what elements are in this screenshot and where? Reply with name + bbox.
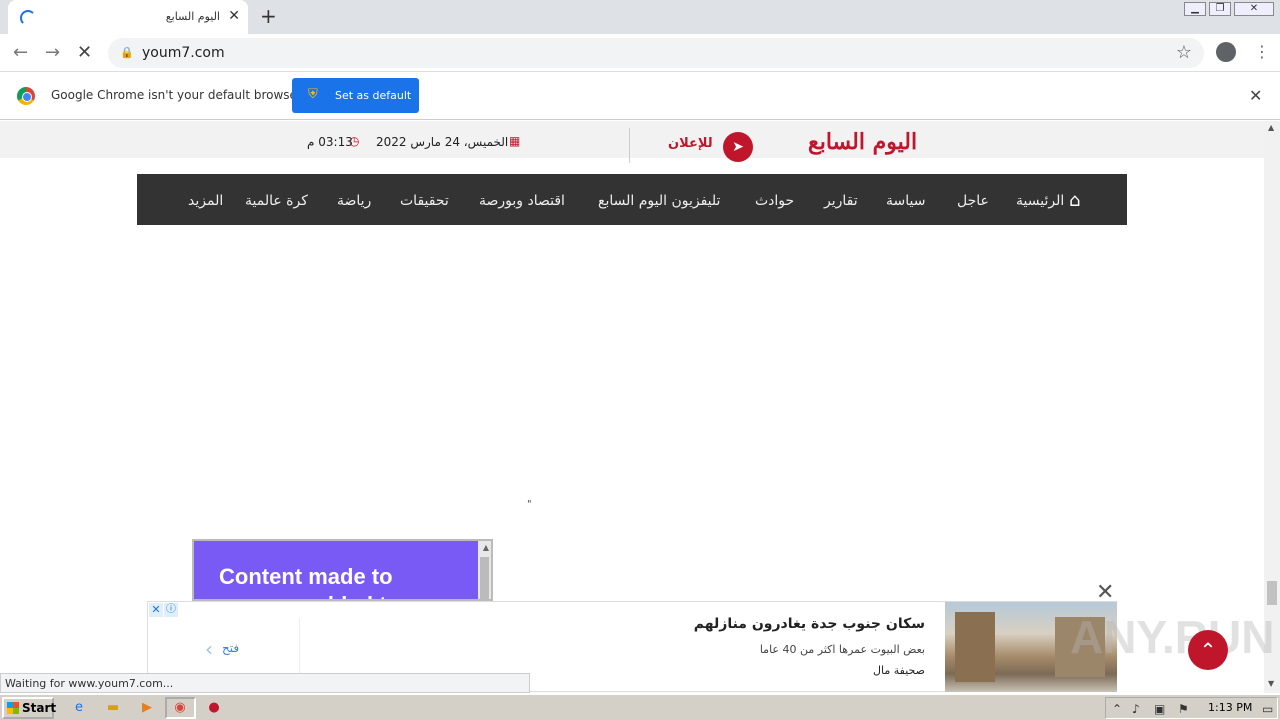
- new-tab-button[interactable]: +: [260, 4, 277, 28]
- ad-subtitle: بعض البيوت عمرها اكثر من 40 عاما: [759, 643, 925, 656]
- calendar-icon: ▦: [509, 134, 521, 148]
- header-divider: [629, 128, 630, 163]
- nav-item-home[interactable]: الرئيسية: [1016, 193, 1064, 209]
- tray-expand-icon[interactable]: ⌃: [1112, 702, 1122, 716]
- home-icon[interactable]: ⌂: [1069, 190, 1080, 211]
- default-browser-infobar: Google Chrome isn't your default browser…: [0, 72, 1280, 120]
- url-text: youm7.com: [142, 45, 225, 61]
- ad-source: صحيفة مال: [873, 664, 925, 677]
- browser-tab[interactable]: اليوم السابع ✕: [8, 0, 248, 34]
- site-logo[interactable]: اليوم السابع: [808, 129, 917, 155]
- nav-item-more[interactable]: المزيد: [188, 193, 223, 209]
- megaphone-icon[interactable]: ➤: [723, 132, 753, 162]
- stop-loading-icon[interactable]: ✕: [77, 42, 92, 63]
- set-as-default-button[interactable]: ⛨ Set as default: [292, 78, 419, 113]
- nav-item-tv[interactable]: تليفزيون اليوم السابع: [598, 193, 720, 209]
- ad-dismiss-icon[interactable]: ✕: [1096, 580, 1114, 605]
- bookmark-star-icon[interactable]: ☆: [1176, 42, 1192, 63]
- status-text: Waiting for www.youm7.com...: [5, 677, 174, 690]
- close-window-button[interactable]: ✕: [1234, 2, 1274, 16]
- media-player-icon[interactable]: ▶: [138, 699, 156, 717]
- ad-close-icon[interactable]: ✕: [149, 603, 163, 617]
- scroll-up-arrow-icon[interactable]: ▲: [483, 543, 489, 552]
- chrome-icon: ◉: [174, 700, 186, 715]
- stray-quote-text: ": [527, 499, 532, 510]
- forward-icon[interactable]: →: [45, 42, 60, 63]
- date-text: الخميس، 24 مارس 2022: [376, 135, 509, 149]
- loading-spinner-icon: [20, 10, 36, 26]
- back-icon[interactable]: ←: [13, 42, 28, 63]
- ad-open-link[interactable]: فتح: [222, 641, 239, 655]
- network-icon[interactable]: ▣: [1154, 702, 1165, 716]
- nav-item-investigations[interactable]: تحقيقات: [400, 193, 449, 209]
- page-scrollbar[interactable]: ▲ ▼: [1264, 121, 1280, 693]
- tab-title: اليوم السابع: [165, 10, 220, 23]
- opera-icon[interactable]: ●: [205, 699, 223, 717]
- ad-frame-text: Content made to engage, added to: [219, 564, 400, 599]
- nav-item-economy[interactable]: اقتصاد وبورصة: [479, 193, 565, 209]
- nav-item-sports[interactable]: رياضة: [337, 193, 371, 209]
- nav-item-world-football[interactable]: كرة عالمية: [245, 193, 308, 209]
- set-as-default-label: Set as default: [335, 89, 412, 102]
- ad-headline[interactable]: سكان جنوب جدة يغادرون منازلهم: [694, 616, 925, 632]
- start-button[interactable]: Start: [2, 697, 57, 719]
- minimize-button[interactable]: ▁: [1184, 2, 1206, 16]
- scrollbar-thumb[interactable]: [1267, 581, 1277, 605]
- advertise-link[interactable]: للإعلان: [668, 136, 713, 151]
- clock: 1:13 PM: [1208, 701, 1253, 714]
- taskbar-chrome-button[interactable]: ◉: [165, 697, 196, 719]
- nav-item-politics[interactable]: سياسة: [886, 193, 925, 209]
- windows-logo-icon: [7, 702, 19, 714]
- volume-icon[interactable]: ♪: [1132, 702, 1140, 716]
- nav-item-accidents[interactable]: حوادث: [755, 193, 794, 209]
- status-bubble: Waiting for www.youm7.com...: [0, 673, 530, 693]
- main-nav: ⌂ الرئيسية عاجل سياسة تقارير حوادث تليفز…: [137, 174, 1127, 225]
- nav-item-breaking[interactable]: عاجل: [957, 193, 989, 209]
- ie-icon[interactable]: e: [70, 699, 88, 717]
- infobar-close-icon[interactable]: ✕: [1249, 86, 1262, 105]
- shield-icon: ⛨: [308, 87, 318, 102]
- browser-toolbar: ← → ✕ 🔒 youm7.com ☆: [0, 34, 1280, 72]
- nav-item-reports[interactable]: تقارير: [824, 193, 858, 209]
- embedded-ad-frame[interactable]: Content made to engage, added to ▲: [192, 539, 493, 601]
- scroll-down-arrow-icon[interactable]: ▼: [1268, 679, 1274, 688]
- scroll-up-arrow-icon[interactable]: ▲: [1268, 123, 1274, 132]
- ad-info-icon[interactable]: ⓘ: [164, 603, 178, 617]
- tab-close-icon[interactable]: ✕: [228, 8, 240, 24]
- site-top-strip: [0, 121, 1264, 158]
- address-bar[interactable]: 🔒 youm7.com ☆: [108, 38, 1204, 68]
- watermark-logo: ANY.RUN: [1070, 611, 1275, 663]
- folder-icon[interactable]: ▬: [104, 699, 122, 717]
- menu-kebab-icon[interactable]: ⋮: [1254, 42, 1270, 61]
- restore-button[interactable]: ❐: [1209, 2, 1231, 16]
- scroll-to-top-button[interactable]: ⌃: [1188, 630, 1228, 670]
- windows-taskbar: Start e ▬ ▶ ◉ ● ⌃ ♪ ▣ ⚑ ▭ 1:13 PM: [0, 694, 1280, 720]
- chrome-logo-icon: [17, 87, 35, 105]
- start-label: Start: [22, 701, 57, 715]
- profile-icon[interactable]: [1216, 42, 1236, 62]
- chevron-left-icon: ‹: [205, 637, 213, 661]
- infobar-message: Google Chrome isn't your default browser: [51, 88, 302, 102]
- lock-icon: 🔒: [120, 46, 134, 59]
- time-text: 03:13 م: [307, 135, 353, 149]
- desktop-icon[interactable]: ▭: [1262, 702, 1273, 716]
- tab-strip: اليوم السابع ✕ + ▁ ❐ ✕: [0, 0, 1280, 34]
- flag-icon[interactable]: ⚑: [1178, 702, 1189, 716]
